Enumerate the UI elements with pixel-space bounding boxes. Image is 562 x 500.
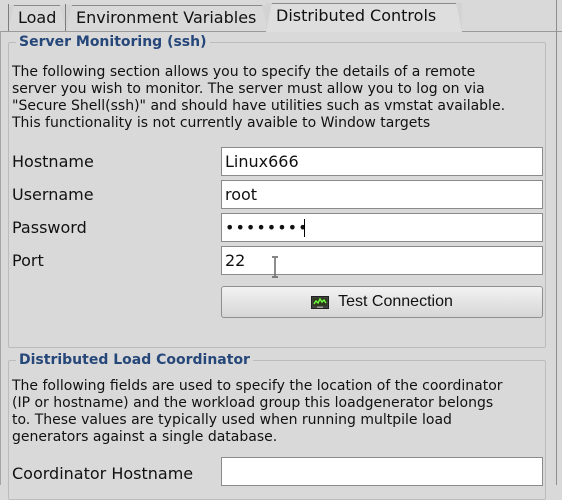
server-monitoring-description: The following section allows you to spec… [12,64,506,131]
test-connection-button[interactable]: Test Connection [221,286,543,318]
hostname-input[interactable]: Linux666 [221,147,543,176]
password-input[interactable]: •••••••• [221,213,543,242]
monitor-icon [311,295,330,309]
server-monitoring-title: Server Monitoring (ssh) [16,33,210,51]
text-cursor-icon [272,256,278,278]
tab-environment-variables[interactable]: Environment Variables [66,5,268,31]
tab-divider [8,4,9,32]
text-caret [304,219,305,237]
username-input[interactable]: root [221,180,543,209]
password-mask: •••••••• [225,218,309,237]
tab-distributed-controls-label: Distributed Controls [276,6,437,25]
tab-load[interactable]: Load [8,5,66,31]
password-label: Password [12,218,87,237]
coordinator-hostname-input[interactable] [221,457,543,486]
tab-panel-left-border [0,31,1,485]
tab-distributed-controls[interactable]: Distributed Controls [266,3,462,32]
tab-panel-right-border [556,0,557,485]
distributed-load-coordinator-description: The following fields are used to specify… [12,378,503,445]
distributed-load-coordinator-group: Distributed Load Coordinator The followi… [8,351,546,500]
distributed-load-coordinator-title: Distributed Load Coordinator [16,351,253,369]
test-connection-label: Test Connection [338,293,453,310]
tab-divider [65,4,66,32]
coordinator-hostname-label: Coordinator Hostname [12,464,194,483]
server-monitoring-group: Server Monitoring (ssh) The following se… [8,33,546,348]
hostname-label: Hostname [12,152,94,171]
tab-bar: Load Environment Variables Distributed C… [0,0,562,32]
tab-load-label: Load [18,8,57,27]
tab-environment-variables-label: Environment Variables [76,8,257,27]
username-label: Username [12,185,94,204]
port-label: Port [12,251,44,270]
